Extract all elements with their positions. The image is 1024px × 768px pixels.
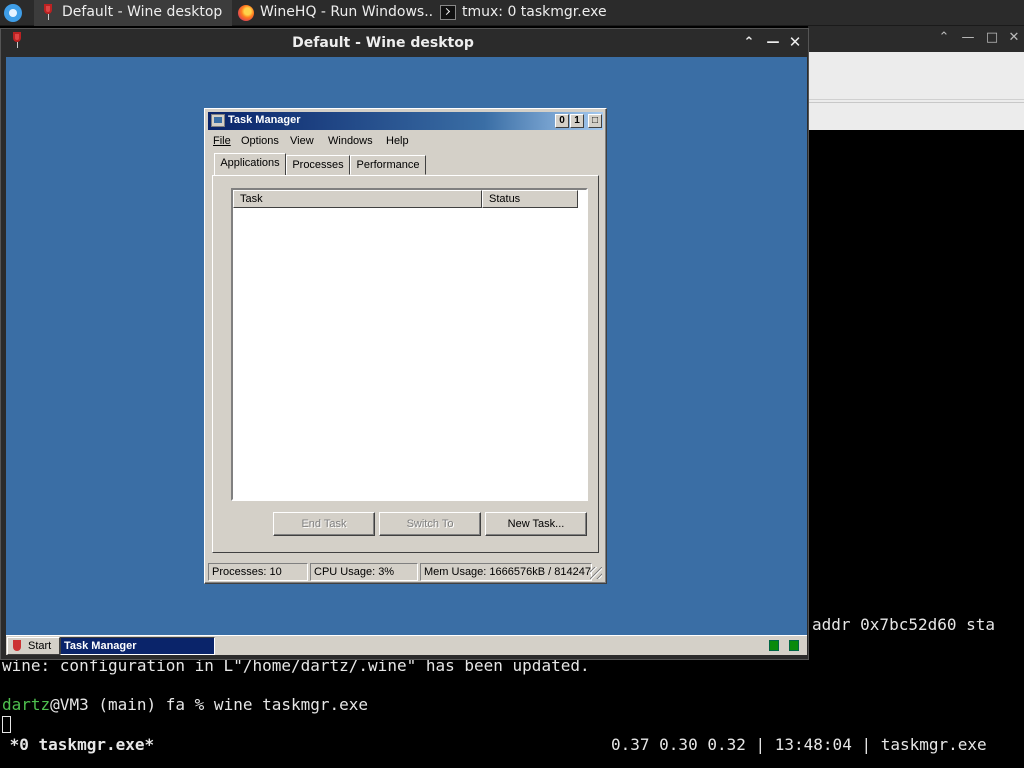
host-task-label: Default - Wine desktop [62, 4, 223, 20]
menu-help[interactable]: Help [386, 135, 409, 147]
end-task-button[interactable]: End Task [273, 512, 375, 536]
wine-desktop-window: Default - Wine desktop ⌃ — ✕ Task Manage… [0, 28, 809, 660]
menu-options[interactable]: Options [241, 135, 279, 147]
wine-taskbar: Start Task Manager [6, 635, 807, 655]
menu-bar: File Options View Windows Help [209, 132, 603, 151]
chevron-up-icon[interactable]: ⌃ [741, 35, 757, 51]
terminal-cursor [2, 716, 11, 733]
prompt-user: dartz [2, 695, 51, 714]
button-label: End Task [301, 518, 347, 530]
menu-view[interactable]: View [290, 135, 314, 147]
host-task-tmux[interactable]: tmux: 0 taskmgr.exe [434, 0, 634, 26]
tab-control: Applications Processes Performance Task … [209, 153, 604, 553]
tab-label: Applications [220, 157, 280, 169]
status-bar: Processes: 10 CPU Usage: 3% Mem Usage: 1… [208, 563, 604, 581]
window-title: Task Manager [228, 114, 301, 126]
terminal-prompt: dartz@VM3 (main) fa % wine taskmgr.exe [2, 695, 368, 715]
minimize-icon[interactable]: — [960, 30, 976, 46]
menu-label: Help [386, 135, 409, 147]
tmux-status-right: 0.37 0.30 0.32 | 13:48:04 | taskmgr.exe [611, 735, 987, 754]
column-header-status[interactable]: Status [482, 190, 578, 208]
firefox-icon [238, 4, 254, 21]
host-task-firefox[interactable]: WineHQ - Run Windows... [232, 0, 432, 26]
restore-button[interactable]: □ [588, 114, 602, 128]
close-icon[interactable]: ✕ [787, 34, 803, 50]
terminal-window: ⌃ — □ ✕ addr 0x7bc52d60 sta [808, 26, 1024, 768]
terminal-titlebar: ⌃ — □ ✕ [808, 26, 1024, 52]
start-button[interactable]: Start [7, 637, 60, 655]
app-menu-icon[interactable] [4, 4, 22, 22]
status-mem-usage: Mem Usage: 1666576kB / 8142472 [420, 563, 592, 581]
task-manager-window: Task Manager 0 1 □ File Options View Win… [204, 108, 607, 584]
resize-grip[interactable] [590, 567, 602, 579]
task-manager-titlebar[interactable]: Task Manager 0 1 □ [208, 112, 603, 130]
wine-titlebar[interactable]: Default - Wine desktop ⌃ — ✕ [1, 29, 808, 57]
tmux-status-left: *0 taskmgr.exe* [0, 735, 155, 754]
host-task-label: tmux: 0 taskmgr.exe [462, 4, 607, 20]
maximize-icon[interactable]: □ [984, 30, 1000, 46]
window-title: Default - Wine desktop [292, 35, 474, 51]
terminal-output-line: addr 0x7bc52d60 sta [812, 615, 996, 634]
maximize-button[interactable]: 1 [570, 114, 584, 128]
host-taskbar: Default - Wine desktop WineHQ - Run Wind… [0, 0, 1024, 26]
menu-label: Options [241, 135, 279, 147]
taskbar-item-task-manager[interactable]: Task Manager [60, 637, 215, 655]
status-cpu-usage: CPU Usage: 3% [310, 563, 418, 581]
tab-applications[interactable]: Applications [214, 153, 286, 175]
taskbar-item-label: Task Manager [64, 640, 137, 652]
menu-label: View [290, 135, 314, 147]
task-manager-icon [211, 114, 225, 127]
host-task-wine-desktop[interactable]: Default - Wine desktop [34, 0, 232, 26]
new-task-button[interactable]: New Task... [485, 512, 587, 536]
column-header-task[interactable]: Task [233, 190, 482, 208]
tab-label: Performance [356, 159, 420, 171]
terminal-icon [440, 4, 456, 21]
menu-windows[interactable]: Windows [328, 135, 373, 147]
menu-file[interactable]: File [213, 135, 231, 147]
tab-processes[interactable]: Processes [286, 155, 350, 175]
task-list[interactable]: Task Status [231, 188, 588, 501]
prompt-command: @VM3 (main) fa % wine taskmgr.exe [50, 695, 369, 714]
menu-label: Windows [328, 135, 373, 147]
host-task-label: WineHQ - Run Windows... [260, 4, 432, 20]
tab-label: Processes [292, 159, 344, 171]
menu-label: File [213, 135, 231, 147]
close-icon[interactable]: ✕ [1006, 30, 1022, 46]
button-label: New Task... [507, 518, 565, 530]
tab-performance[interactable]: Performance [350, 155, 426, 175]
wine-desktop: Task Manager 0 1 □ File Options View Win… [6, 57, 807, 655]
switch-to-button[interactable]: Switch To [379, 512, 481, 536]
minimize-icon[interactable]: — [765, 35, 781, 51]
status-processes: Processes: 10 [208, 563, 308, 581]
chevron-up-icon[interactable]: ⌃ [936, 30, 952, 46]
tray-icon[interactable] [789, 640, 799, 651]
column-label: Task [240, 193, 263, 205]
terminal-toolbar [808, 52, 1024, 100]
wine-icon [13, 640, 21, 651]
applications-panel: Task Status End Task Switch To New Task.… [212, 175, 599, 553]
button-label: Switch To [406, 518, 454, 530]
column-label: Status [489, 193, 521, 205]
minimize-button[interactable]: 0 [555, 114, 569, 128]
wine-icon [40, 4, 56, 21]
terminal-scrollbar[interactable] [808, 100, 1024, 130]
tray-icon[interactable] [769, 640, 779, 651]
start-label: Start [28, 640, 52, 652]
